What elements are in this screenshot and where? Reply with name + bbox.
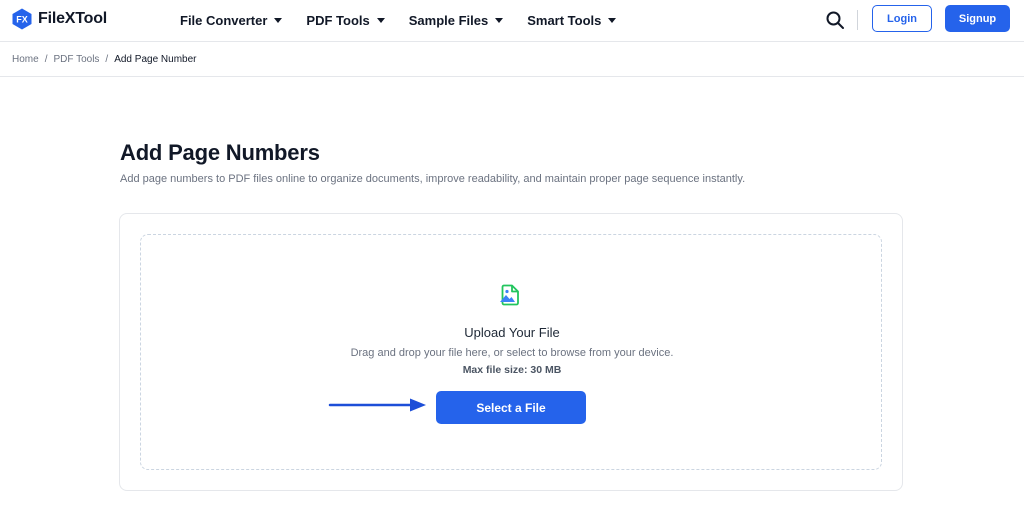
nav-sample-files[interactable]: Sample Files [408,12,504,28]
breadcrumb-current: Add Page Number [114,54,197,65]
chevron-down-icon [274,17,283,23]
signup-button[interactable]: Signup [945,5,1010,32]
nav-smart-tools-label: Smart Tools [527,12,602,28]
chevron-down-icon [376,17,385,23]
breadcrumb-separator: / [105,54,109,65]
select-file-button[interactable]: Select a File [436,391,586,424]
file-image-icon [500,284,519,306]
top-header: FX FileXTool File Converter PDF Tools Sa… [0,0,1024,42]
nav-file-converter-label: File Converter [180,12,268,28]
nav-smart-tools[interactable]: Smart Tools [527,12,617,28]
logo-mark-icon: FX [12,8,32,30]
upload-max-size: Max file size: 30 MB [462,364,562,376]
brand-name: FileXTool [38,10,108,27]
page-title: Add Page Numbers [120,140,320,165]
breadcrumb: Home / PDF Tools / Add Page Number [12,54,196,65]
brand-logo[interactable]: FX FileXTool [11,8,107,30]
login-button[interactable]: Login [872,5,932,32]
breadcrumb-separator: / [44,54,48,65]
svg-text:FX: FX [16,15,28,25]
breadcrumb-bar: Home / PDF Tools / Add Page Number [0,43,1024,77]
page-subtitle: Add page numbers to PDF files online to … [120,173,746,185]
header-divider [857,10,858,30]
nav-pdf-tools[interactable]: PDF Tools [306,12,385,28]
breadcrumb-pdf-tools[interactable]: PDF Tools [53,54,99,65]
upload-title: Upload Your File [464,325,560,340]
upload-description: Drag and drop your file here, or select … [350,347,674,359]
chevron-down-icon [608,17,617,23]
nav-sample-files-label: Sample Files [408,12,489,28]
nav-file-converter[interactable]: File Converter [180,12,283,28]
nav-pdf-tools-label: PDF Tools [306,12,370,28]
main-nav: File Converter PDF Tools Sample Files Sm… [180,0,640,40]
arrow-right-icon [328,398,426,412]
breadcrumb-home[interactable]: Home [12,54,39,65]
search-icon[interactable] [824,9,846,31]
chevron-down-icon [495,17,504,23]
